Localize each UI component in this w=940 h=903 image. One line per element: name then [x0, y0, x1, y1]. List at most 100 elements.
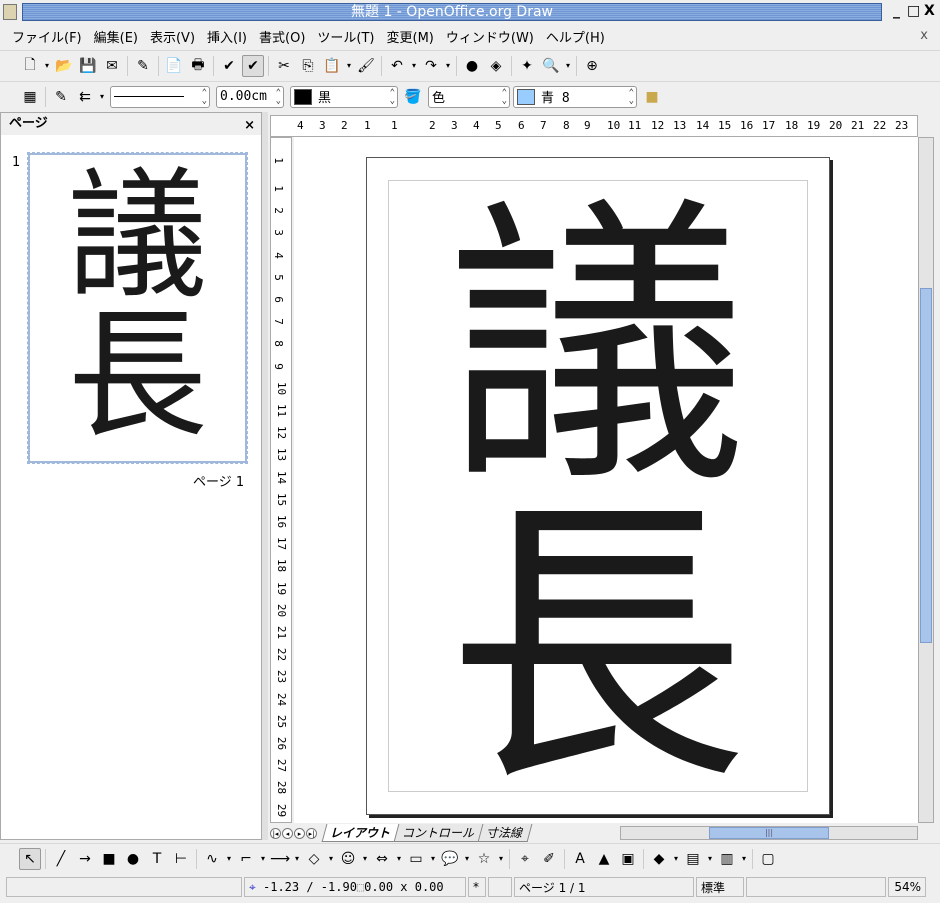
chart-icon[interactable]: ● — [461, 55, 483, 77]
rotate-icon[interactable]: ◆ — [648, 848, 670, 870]
copy-icon[interactable]: ⎘ — [297, 55, 319, 77]
vertical-text-icon[interactable]: ⊢ — [170, 848, 192, 870]
menu-item-3[interactable]: 挿入(I) — [201, 27, 253, 46]
cut-icon[interactable]: ✂ — [273, 55, 295, 77]
arrange-icon[interactable]: ▥ — [716, 848, 738, 870]
first-tab-button[interactable]: |◂ — [270, 827, 281, 839]
dropdown-arrow-icon[interactable]: ▾ — [705, 854, 715, 863]
area-style-select[interactable]: 色 ⌃ ⌄ — [428, 85, 510, 108]
callouts-icon[interactable]: 💬 — [439, 848, 461, 870]
curve-icon[interactable]: ∿ — [201, 848, 223, 870]
close-panel-button[interactable]: × — [244, 115, 255, 137]
dropdown-arrow-icon[interactable]: ▾ — [671, 854, 681, 863]
page-thumbnail[interactable]: 議 長 — [27, 152, 248, 464]
dropdown-arrow-icon[interactable]: ▾ — [496, 854, 506, 863]
tab-dimension-lines[interactable]: 寸法線 — [477, 824, 533, 842]
redo-icon[interactable]: ↷ — [420, 55, 442, 77]
line-icon[interactable]: ✎ — [50, 86, 72, 108]
line-style-select[interactable]: ⌃ ⌄ — [110, 85, 210, 108]
format-paintbrush-icon[interactable]: 🖌 — [355, 55, 377, 77]
prev-tab-button[interactable]: ◂ — [282, 827, 293, 839]
dropdown-arrow-icon[interactable]: ▾ — [360, 854, 370, 863]
spellcheck-icon[interactable]: ✔ — [218, 55, 240, 77]
maximize-button[interactable]: □ — [907, 3, 920, 19]
print-icon[interactable]: 🖶 — [187, 55, 209, 77]
dropdown-arrow-icon[interactable]: ▾ — [428, 854, 438, 863]
from-file-icon[interactable]: ▲ — [593, 848, 615, 870]
last-tab-button[interactable]: ▸| — [306, 827, 317, 839]
align-icon[interactable]: ▤ — [682, 848, 704, 870]
rectangle-icon[interactable]: ■ — [98, 848, 120, 870]
menu-item-6[interactable]: 変更(M) — [381, 27, 440, 46]
dropdown-arrow-icon[interactable]: ▾ — [394, 854, 404, 863]
points-icon[interactable]: ⌖ — [514, 848, 536, 870]
dropdown-arrow-icon[interactable]: ▾ — [563, 61, 573, 70]
ellipse-icon[interactable]: ● — [122, 848, 144, 870]
stars-icon[interactable]: ☆ — [473, 848, 495, 870]
help-icon[interactable]: ⊕ — [581, 55, 603, 77]
horizontal-scrollbar[interactable]: ||| — [620, 826, 918, 840]
area-color-select[interactable]: 青 8 ⌃ ⌄ — [513, 85, 637, 108]
line-color-select[interactable]: 黒 ⌃ ⌄ — [290, 85, 398, 108]
dropdown-arrow-icon[interactable]: ▾ — [326, 854, 336, 863]
fontwork-icon[interactable]: A — [569, 848, 591, 870]
area-icon[interactable]: 🪣 — [402, 86, 424, 108]
dropdown-arrow-icon[interactable]: ▾ — [344, 61, 354, 70]
dropdown-arrow-icon[interactable]: ▾ — [443, 61, 453, 70]
dropdown-arrow-icon[interactable]: ▾ — [224, 854, 234, 863]
text-char[interactable]: 議 — [417, 198, 777, 498]
gallery-icon[interactable]: ▣ — [617, 848, 639, 870]
new-icon[interactable]: 🗋 — [19, 55, 41, 77]
flowchart-icon[interactable]: ▭ — [405, 848, 427, 870]
close-button[interactable]: X — [924, 3, 935, 19]
drawing-page[interactable]: 議 長 — [366, 157, 830, 815]
vertical-scrollbar[interactable] — [918, 137, 934, 823]
scroll-thumb[interactable] — [920, 288, 932, 643]
styles-icon[interactable]: ▦ — [19, 86, 41, 108]
lines-arrows-icon[interactable]: ⟶ — [269, 848, 291, 870]
app-icon[interactable] — [3, 4, 17, 20]
edit-file-icon[interactable]: ✎ — [132, 55, 154, 77]
gallery-icon[interactable]: ✦ — [516, 55, 538, 77]
block-arrows-icon[interactable]: ⇔ — [371, 848, 393, 870]
dropdown-arrow-icon[interactable]: ▾ — [258, 854, 268, 863]
tab-controls[interactable]: コントロール — [393, 824, 485, 842]
minimize-button[interactable]: _ — [893, 3, 900, 19]
dropdown-arrow-icon[interactable]: ▾ — [739, 854, 749, 863]
scroll-thumb[interactable]: ||| — [709, 827, 829, 839]
glue-points-icon[interactable]: ✐ — [538, 848, 560, 870]
text-icon[interactable]: T — [146, 848, 168, 870]
select-icon[interactable]: ↖ — [19, 847, 41, 870]
next-tab-button[interactable]: ▸ — [294, 827, 305, 839]
tab-layout[interactable]: レイアウト — [321, 824, 401, 842]
open-icon[interactable]: 📂 — [53, 55, 75, 77]
save-icon[interactable]: 💾 — [77, 55, 99, 77]
menu-item-5[interactable]: ツール(T) — [311, 27, 380, 46]
connector-icon[interactable]: ⌐ — [235, 848, 257, 870]
dropdown-arrow-icon[interactable]: ▾ — [42, 61, 52, 70]
line-icon[interactable]: ╱ — [50, 848, 72, 870]
basic-shapes-icon[interactable]: ◇ — [303, 848, 325, 870]
dropdown-arrow-icon[interactable]: ▾ — [292, 854, 302, 863]
text-char[interactable]: 長 — [417, 498, 777, 798]
extrusion-icon[interactable]: ▢ — [757, 848, 779, 870]
menu-item-1[interactable]: 編集(E) — [88, 27, 144, 46]
menu-item-0[interactable]: ファイル(F) — [6, 27, 88, 46]
menu-item-7[interactable]: ウィンドウ(W) — [440, 27, 540, 46]
shadow-icon[interactable]: ■ — [641, 86, 663, 108]
arrow-style-icon[interactable]: ⇇ — [74, 86, 96, 108]
dropdown-arrow-icon[interactable]: ▾ — [409, 61, 419, 70]
arrow-line-icon[interactable]: → — [74, 848, 96, 870]
dropdown-arrow-icon[interactable]: ▾ — [462, 854, 472, 863]
status-zoom[interactable]: 54% — [888, 877, 926, 897]
menu-item-4[interactable]: 書式(O) — [253, 27, 311, 46]
paste-icon[interactable]: 📋 — [321, 55, 343, 77]
close-document-button[interactable]: x — [920, 28, 928, 43]
menu-item-2[interactable]: 表示(V) — [144, 27, 201, 46]
drawing-canvas[interactable]: 議 長 — [294, 137, 918, 823]
menu-item-8[interactable]: ヘルプ(H) — [540, 27, 611, 46]
navigator-icon[interactable]: ◈ — [485, 55, 507, 77]
panel-splitter[interactable] — [262, 112, 268, 840]
export-pdf-icon[interactable]: 📄 — [163, 55, 185, 77]
symbol-shapes-icon[interactable]: ☺ — [337, 848, 359, 870]
